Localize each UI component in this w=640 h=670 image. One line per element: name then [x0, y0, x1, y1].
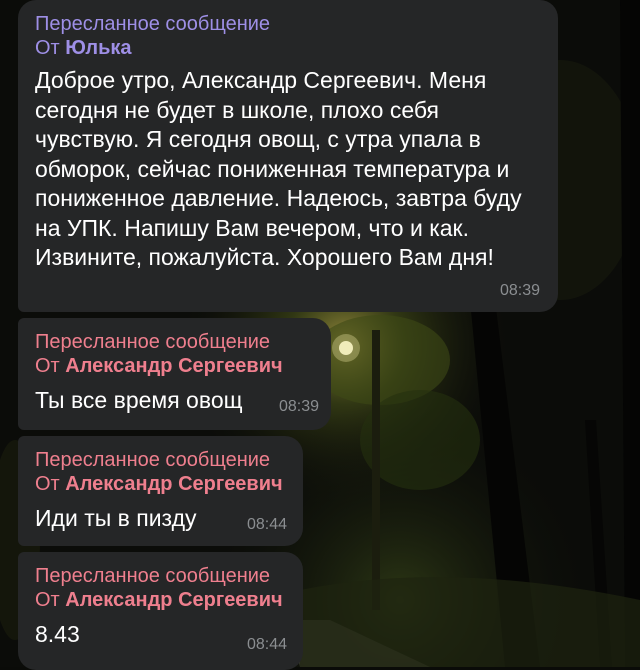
- forwarded-label: Пересланное сообщение: [35, 13, 271, 35]
- message-text: Доброе утро, Александр Сергеевич. Меня с…: [35, 67, 522, 270]
- message-time: 08:44: [246, 636, 287, 653]
- message-time: 08:39: [278, 398, 319, 415]
- forwarded-label: Пересланное сообщение: [35, 449, 271, 471]
- forwarded-from[interactable]: От Юлька: [35, 36, 540, 60]
- from-prefix: От: [35, 589, 60, 611]
- from-prefix: От: [35, 37, 60, 59]
- message-bubble[interactable]: Пересланное сообщение От Александр Серге…: [18, 552, 303, 670]
- message-time: 08:39: [499, 282, 540, 299]
- message-text: Ты все время овощ: [35, 387, 243, 413]
- from-prefix: От: [35, 473, 60, 495]
- message-bubble[interactable]: Пересланное сообщение От Александр Серге…: [18, 318, 331, 430]
- from-name[interactable]: Александр Сергеевич: [65, 589, 282, 611]
- forwarded-from[interactable]: От Александр Сергеевич: [35, 472, 285, 496]
- message-time: 08:44: [246, 516, 287, 533]
- forwarded-label: Пересланное сообщение: [35, 331, 271, 353]
- forwarded-from[interactable]: От Александр Сергеевич: [35, 588, 285, 612]
- forwarded-from[interactable]: От Александр Сергеевич: [35, 354, 313, 378]
- from-name[interactable]: Александр Сергеевич: [65, 355, 282, 377]
- from-name[interactable]: Александр Сергеевич: [65, 473, 282, 495]
- from-prefix: От: [35, 355, 60, 377]
- message-bubble[interactable]: Пересланное сообщение От Юлька Доброе ут…: [18, 0, 558, 312]
- message-bubble[interactable]: Пересланное сообщение От Александр Серге…: [18, 436, 303, 546]
- forwarded-label: Пересланное сообщение: [35, 565, 271, 587]
- from-name[interactable]: Юлька: [65, 37, 131, 59]
